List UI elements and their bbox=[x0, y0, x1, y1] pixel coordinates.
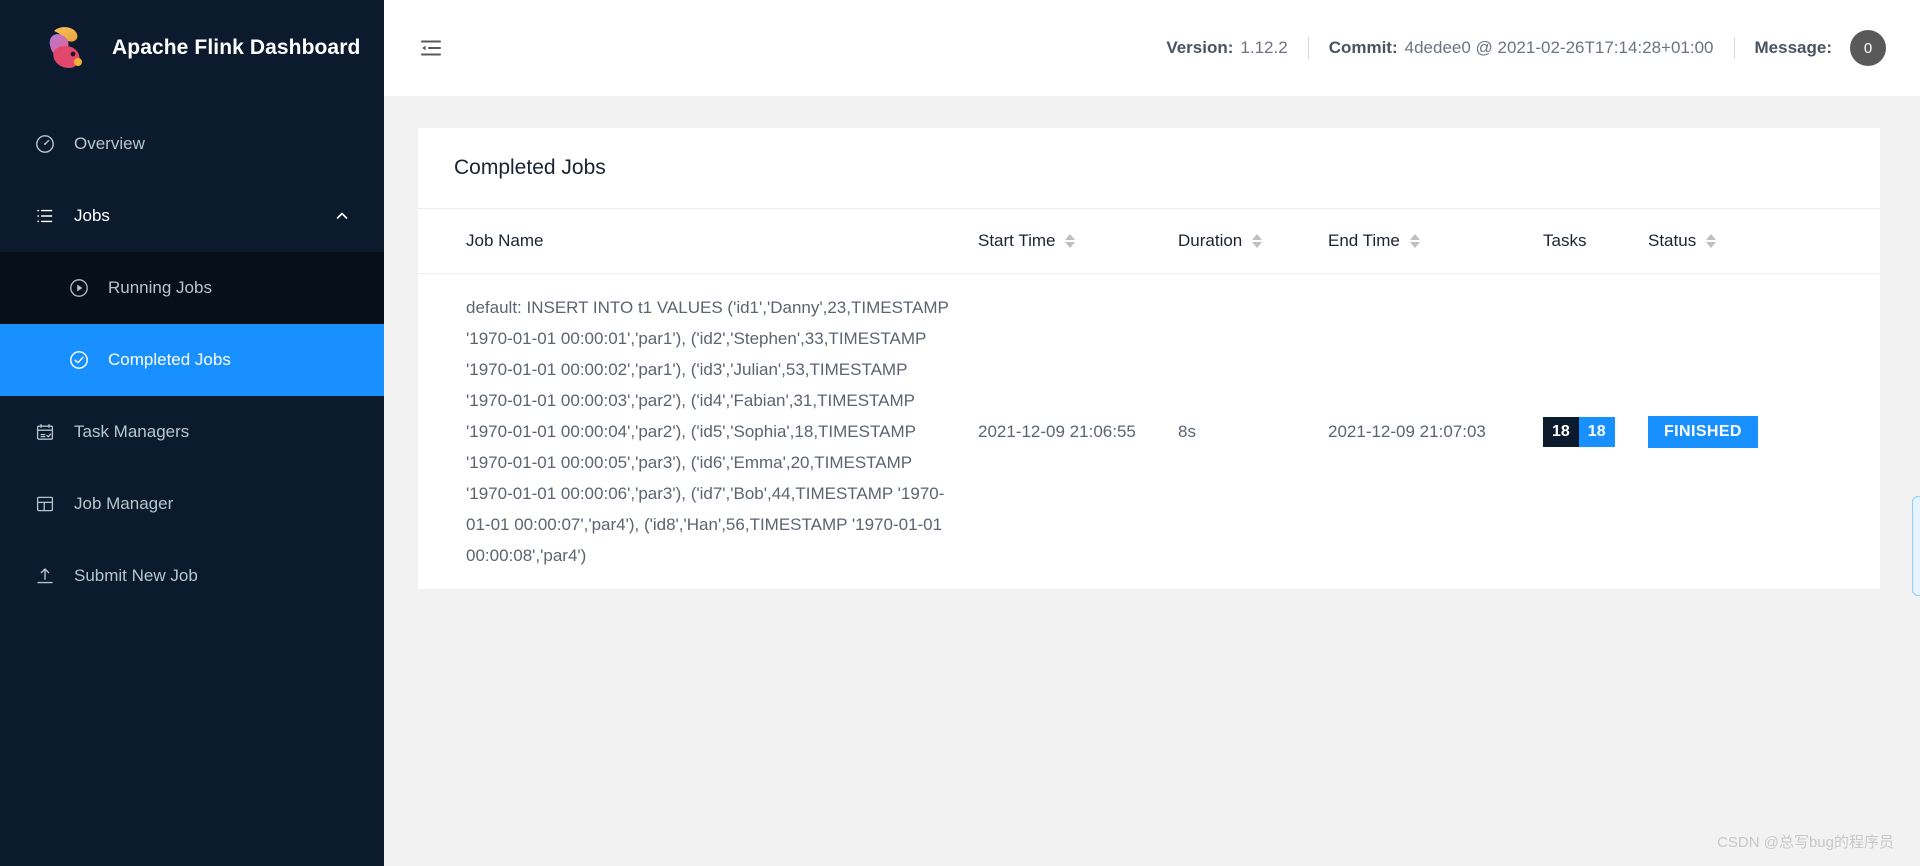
brand-header: Apache Flink Dashboard bbox=[0, 0, 384, 96]
version-value: 1.12.2 bbox=[1240, 38, 1288, 57]
sidebar-item-label: Submit New Job bbox=[74, 566, 198, 585]
table-header: Job Name Start Time Duration End Time Ta… bbox=[418, 209, 1880, 274]
tasks-badge-group: 18 18 bbox=[1543, 416, 1615, 447]
menu-fold-icon[interactable] bbox=[414, 31, 448, 65]
column-header-duration[interactable]: Duration bbox=[1178, 209, 1328, 274]
status-badge: FINISHED bbox=[1648, 415, 1758, 448]
divider bbox=[1307, 37, 1309, 59]
dashboard-icon bbox=[34, 133, 56, 155]
flink-squirrel-logo-icon bbox=[40, 21, 94, 75]
table-row[interactable]: default: INSERT INTO t1 VALUES ('id1','D… bbox=[418, 274, 1880, 590]
list-icon bbox=[34, 205, 56, 227]
sidebar-item-submit-new-job[interactable]: Submit New Job bbox=[0, 540, 384, 612]
column-label: Duration bbox=[1178, 231, 1243, 250]
brand-title: Apache Flink Dashboard bbox=[112, 36, 361, 59]
sort-arrows-icon[interactable] bbox=[1706, 234, 1717, 248]
app-root: Apache Flink Dashboard Overview Jobs Run… bbox=[0, 0, 1920, 866]
column-header-end-time[interactable]: End Time bbox=[1328, 209, 1543, 274]
watermark: CSDN @总写bug的程序员 bbox=[1717, 834, 1894, 851]
cell-duration: 8s bbox=[1178, 421, 1196, 441]
sort-arrows-icon[interactable] bbox=[1409, 234, 1420, 248]
content-area: Completed Jobs Job Name Start Time Durat… bbox=[384, 96, 1920, 866]
column-header-status[interactable]: Status bbox=[1648, 209, 1880, 274]
layout-icon bbox=[34, 493, 56, 515]
version-label: Version: bbox=[1166, 38, 1234, 57]
cell-job-name[interactable]: default: INSERT INTO t1 VALUES ('id1','D… bbox=[418, 274, 978, 590]
column-label: Tasks bbox=[1543, 231, 1587, 250]
sort-arrows-icon[interactable] bbox=[1065, 234, 1076, 248]
column-header-job-name[interactable]: Job Name bbox=[418, 209, 978, 274]
table-body: default: INSERT INTO t1 VALUES ('id1','D… bbox=[418, 274, 1880, 590]
upload-icon bbox=[34, 565, 56, 587]
column-label: End Time bbox=[1328, 231, 1400, 250]
tasks-total-chip: 18 bbox=[1543, 416, 1579, 447]
check-circle-icon bbox=[68, 349, 90, 371]
sidebar-item-label: Job Manager bbox=[74, 494, 174, 513]
main-area: Version: 1.12.2 Commit: 4dedee0 @ 2021-0… bbox=[384, 0, 1920, 866]
sidebar-item-label: Completed Jobs bbox=[108, 350, 231, 369]
message-count-badge[interactable]: 0 bbox=[1850, 30, 1886, 66]
cell-end-time: 2021-12-09 21:07:03 bbox=[1328, 421, 1486, 441]
message-label: Message: bbox=[1754, 38, 1832, 57]
cell-start-time: 2021-12-09 21:06:55 bbox=[978, 421, 1136, 441]
topbar-info: Version: 1.12.2 Commit: 4dedee0 @ 2021-0… bbox=[1166, 30, 1886, 66]
cell-tasks: 18 18 bbox=[1543, 274, 1648, 590]
tasks-finished-chip: 18 bbox=[1578, 416, 1615, 447]
page-scrollbar-thumb[interactable] bbox=[1912, 496, 1920, 596]
column-header-start-time[interactable]: Start Time bbox=[978, 209, 1178, 274]
sidebar-item-label: Overview bbox=[74, 134, 145, 153]
sidebar-item-task-managers[interactable]: Task Managers bbox=[0, 396, 384, 468]
completed-jobs-card: Completed Jobs Job Name Start Time Durat… bbox=[418, 128, 1880, 589]
column-label: Start Time bbox=[978, 231, 1056, 250]
column-label: Status bbox=[1648, 231, 1697, 250]
topbar: Version: 1.12.2 Commit: 4dedee0 @ 2021-0… bbox=[384, 0, 1920, 96]
sidebar: Apache Flink Dashboard Overview Jobs Run… bbox=[0, 0, 384, 866]
chevron-up-icon bbox=[334, 208, 350, 224]
play-circle-icon bbox=[68, 277, 90, 299]
column-header-tasks[interactable]: Tasks bbox=[1543, 209, 1648, 274]
sidebar-item-overview[interactable]: Overview bbox=[0, 108, 384, 180]
divider bbox=[1733, 37, 1735, 59]
table-header-row: Job Name Start Time Duration End Time Ta… bbox=[418, 209, 1880, 274]
sidebar-item-running-jobs[interactable]: Running Jobs bbox=[0, 252, 384, 324]
sort-arrows-icon[interactable] bbox=[1252, 234, 1263, 248]
sidebar-nav: Overview Jobs Running Jobs Completed Job… bbox=[0, 96, 384, 612]
sidebar-item-label: Running Jobs bbox=[108, 278, 212, 297]
sidebar-item-label: Jobs bbox=[74, 206, 110, 225]
commit-value: 4dedee0 @ 2021-02-26T17:14:28+01:00 bbox=[1404, 38, 1714, 57]
sidebar-item-completed-jobs[interactable]: Completed Jobs bbox=[0, 324, 384, 396]
column-label: Job Name bbox=[466, 231, 544, 250]
completed-jobs-table: Job Name Start Time Duration End Time Ta… bbox=[418, 209, 1880, 589]
sidebar-item-jobs[interactable]: Jobs bbox=[0, 180, 384, 252]
page-title: Completed Jobs bbox=[418, 128, 1880, 209]
commit-label: Commit: bbox=[1328, 38, 1398, 57]
sidebar-item-label: Task Managers bbox=[74, 422, 190, 441]
sidebar-item-job-manager[interactable]: Job Manager bbox=[0, 468, 384, 540]
calendar-check-icon bbox=[34, 421, 56, 443]
cell-status: FINISHED bbox=[1648, 274, 1880, 590]
